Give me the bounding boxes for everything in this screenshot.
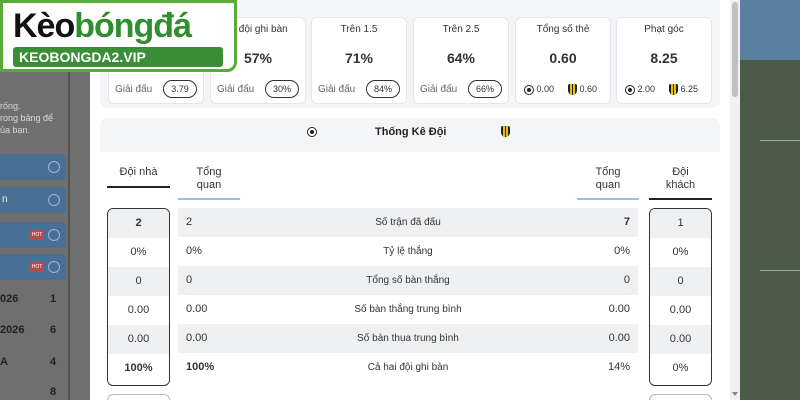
stat-card-total-cards: Tổng số thẻ 0.60 0.00 0.60 <box>515 17 611 104</box>
background-standing-row: 2026 6 <box>0 324 57 336</box>
home-value: 0.00 <box>524 84 554 95</box>
team-stats-header: Thống Kê Đội <box>100 118 720 148</box>
background-field-line <box>760 140 800 141</box>
crest-icon <box>669 84 678 96</box>
away-cell: 1 <box>650 209 711 238</box>
team-stats-title: Thống Kê Đội <box>375 126 447 138</box>
hot-badge: HOT <box>30 230 44 240</box>
background-league-row <box>0 154 66 180</box>
stat-card-over-2-5: Trên 2.5 64% Giải đấu 66% <box>413 17 509 104</box>
table-row: 2 Số trận đã đấu 7 <box>178 208 638 237</box>
tab-away[interactable]: Đội khách <box>649 166 712 200</box>
overview-table: 2 Số trận đã đấu 7 0% Tỷ lệ thắng 0% 0 T… <box>178 208 638 386</box>
away-value: 6.25 <box>669 84 698 96</box>
background-banner <box>740 0 800 60</box>
background-note: rống. rong bảng để ủa bạn. <box>0 101 54 135</box>
away-cell: 0% <box>672 362 689 374</box>
home-column: 2 0% 0 0.00 0.00 100% <box>107 208 170 386</box>
home-cell: 0.00 <box>108 325 169 354</box>
background-standing-row: A4 <box>0 356 57 368</box>
site-logo[interactable]: Kèobóngđá KEOBONGDA2.VIP <box>0 0 237 72</box>
background-standing-row: 026 1 <box>0 293 57 305</box>
tab-home[interactable]: Đội nhà <box>107 166 170 188</box>
background-field-line <box>760 270 800 271</box>
crest-icon <box>501 126 510 137</box>
background-league-row: HOT <box>0 254 66 280</box>
away-value: 0.60 <box>568 84 597 96</box>
home-value: 2.00 <box>625 84 655 95</box>
hot-badge: HOT <box>30 262 44 272</box>
background-league-row: HOT <box>0 222 66 248</box>
away-cell: 0% <box>672 246 689 258</box>
background-league-row: n <box>0 187 66 213</box>
scrollbar-thumb[interactable] <box>732 2 738 97</box>
chevron-right-icon <box>48 194 60 206</box>
away-cell: 0.00 <box>669 304 692 316</box>
team-stats-body: Đội nhà Tổng quan Tổng quan Đội khách 2 … <box>100 152 720 400</box>
table-row: 0.00 Số bàn thắng trung bình 0.00 <box>186 303 630 315</box>
logo-url: KEOBONGDA2.VIP <box>13 47 223 67</box>
stat-pill: 3.79 <box>163 80 197 98</box>
home-cell: 2 <box>108 209 169 238</box>
crest-icon <box>568 84 577 96</box>
next-section-edge <box>649 394 712 400</box>
table-row: 0 Tổng số bàn thắng 0 <box>178 266 638 295</box>
next-section-edge <box>107 394 170 400</box>
table-row: 0% Tỷ lệ thắng 0% <box>186 245 630 257</box>
tab-home-overview[interactable]: Tổng quan <box>178 166 240 200</box>
home-cell: 0% <box>130 246 147 258</box>
stat-card-corners: Phạt góc 8.25 2.00 6.25 <box>616 17 712 104</box>
stat-card-over-1-5: Trên 1.5 71% Giải đấu 84% <box>311 17 407 104</box>
stat-pill: 30% <box>265 80 299 98</box>
chevron-right-icon <box>48 261 60 273</box>
stat-pill: 84% <box>366 80 400 98</box>
table-row: 100% Cả hai đội ghi bàn 14% <box>186 361 630 373</box>
stat-pill: 66% <box>468 80 502 98</box>
home-cell: 0 <box>108 267 169 296</box>
home-cell: 100% <box>124 362 153 374</box>
chevron-right-icon <box>48 229 60 241</box>
team-stats-section: Thống Kê Đội Đội nhà Tổng quan Tổng quan… <box>100 118 720 400</box>
table-row: 0.00 Số bàn thua trung bình 0.00 <box>178 324 638 353</box>
ball-icon <box>307 127 317 137</box>
away-cell: 0 <box>650 267 711 296</box>
ball-icon <box>625 84 635 95</box>
chevron-right-icon <box>48 161 60 173</box>
scroll-down-arrow-icon[interactable] <box>732 392 738 396</box>
away-column: 1 0% 0 0.00 0.00 0% <box>649 208 712 386</box>
modal-scrollbar[interactable] <box>730 0 740 400</box>
away-cell: 0.00 <box>650 325 711 354</box>
tab-away-overview[interactable]: Tổng quan <box>577 166 639 200</box>
background-right-panel <box>740 0 800 400</box>
home-cell: 0.00 <box>127 304 150 316</box>
logo-wordmark: Kèobóngđá <box>13 7 192 45</box>
ball-icon <box>524 84 534 95</box>
